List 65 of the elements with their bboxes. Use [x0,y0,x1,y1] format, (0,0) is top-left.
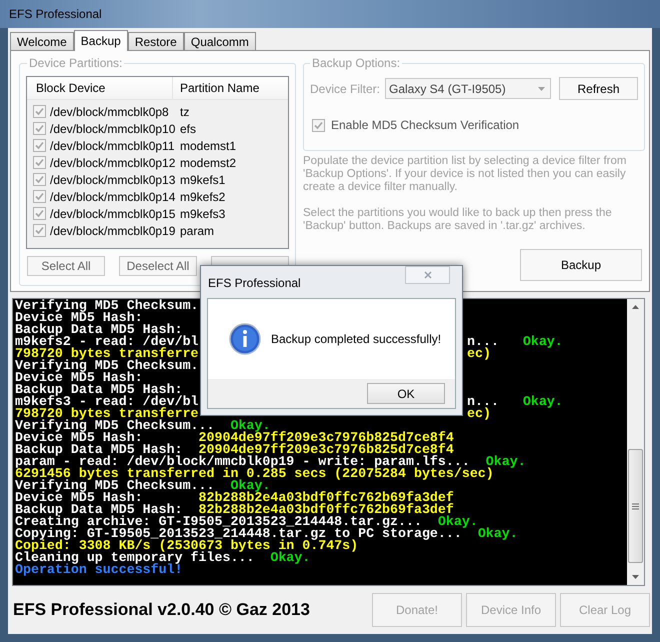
button[interactable]: Deselect All [119,256,197,276]
info-icon [229,323,261,355]
dialog-title: EFS Professional [208,275,301,292]
refresh-button[interactable]: Refresh [559,77,638,100]
log-text: ec) [467,346,491,361]
checkbox[interactable] [33,105,46,118]
table-cell-text: /dev/block/mmcblk0p10 [50,120,176,138]
checkbox[interactable] [33,173,46,186]
log-text: Creating archive: GT-I9505_2013523_214448.tar.gz... [15,514,422,529]
column-header: Partition Name [179,80,260,97]
table-cell-text: /dev/block/mmcblk0p13 [50,172,176,188]
dialog-message: Backup completed successfully! [271,331,442,348]
checkbox[interactable] [33,122,46,135]
table-cell-text: /dev/block/mmcblk0p8 [50,104,169,120]
table-cell-text: /dev/block/mmcblk0p14 [50,188,176,206]
checkbox[interactable] [33,207,46,220]
table-cell-text: /dev/block/mmcblk0p19 [50,222,176,240]
table-cell-text: /dev/block/mmcblk0p15 [50,206,176,222]
log-text: Okay. [522,394,563,409]
checkbox[interactable] [33,190,46,203]
tab[interactable]: Restore [128,32,184,50]
close-icon [424,271,432,279]
tab[interactable]: Qualcomm [184,32,256,50]
checkbox[interactable] [33,139,46,152]
log-text: Okay. [486,454,526,469]
log-text: Okay. [522,334,563,349]
table-cell-text: modemst2 [179,154,236,172]
table-cell-text: efs [179,120,196,138]
tab[interactable]: Welcome [10,32,74,50]
field-label: Device Filter: [310,80,382,98]
log-text: Operation successful! [15,562,183,577]
help-text: Populate the device partition list by selecting a device filter from 'Backup Options'. If your device is not listed then you can easily create a device filter manually. [303,155,628,194]
table-cell-text: /dev/block/mmcblk0p12 [50,154,176,172]
table-cell-text: param [179,222,214,240]
group-title: Backup Options: [311,55,402,72]
group-title: Device Partitions: [28,55,124,72]
dropdown-arrow-icon [538,86,545,90]
log-text: Okay. [438,514,478,529]
backup-button[interactable]: Backup [520,249,642,281]
log-text: Okay. [230,418,270,433]
scrollbar-thumb[interactable] [628,449,643,563]
button[interactable]: Select All [27,256,105,276]
table-cell-text: tz [179,104,190,120]
dropdown[interactable]: Galaxy S4 (GT-I9505) [385,78,551,99]
checkbox[interactable] [33,156,46,169]
table-cell-text: m9kefs1 [179,172,226,188]
grip-icon [632,502,639,510]
window-title: EFS Professional [9,6,102,23]
table-cell-text: /dev/block/mmcblk0p11 [50,138,174,154]
credit-text: EFS Professional v2.0.40 © Gaz 2013 [13,599,311,622]
checkbox-label: Enable MD5 Checksum Verification [331,117,520,134]
help-text: Select the partitions you would like to back up then press the 'Backup' button. Backups are saved in '.tar.gz' archives. [303,207,613,233]
close-button[interactable] [405,266,450,284]
log-text: Okay. [270,550,310,565]
log-text: ec) [467,406,491,421]
log-text: Okay. [230,478,270,493]
table-cell-text: m9kefs3 [179,206,226,222]
tab[interactable]: Backup [74,30,128,51]
table-cell-text: modemst1 [179,138,236,154]
ok-button[interactable]: OK [367,383,445,404]
log-text: Okay. [478,526,518,541]
column-header: Block Device [27,77,173,99]
table-cell-text: m9kefs2 [179,188,226,206]
scrollbar[interactable] [627,299,644,585]
checkbox[interactable] [33,224,46,237]
